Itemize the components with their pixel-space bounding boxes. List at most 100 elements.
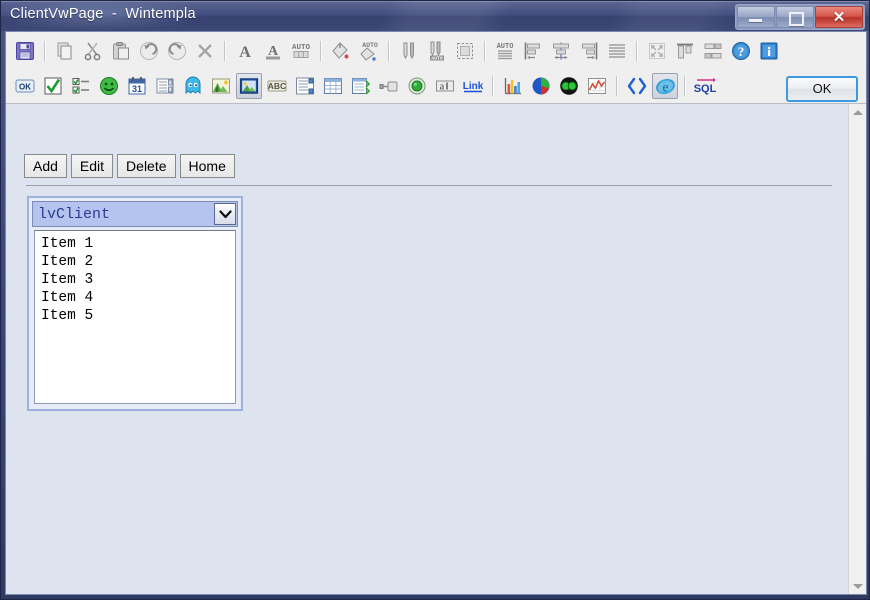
paste-button[interactable]	[108, 38, 134, 64]
svg-text:ABC: ABC	[268, 81, 286, 91]
fill-color-button[interactable]	[328, 38, 354, 64]
toolbar-separator	[684, 76, 686, 96]
grid-view-control-button[interactable]	[320, 73, 346, 99]
pen-pair-button[interactable]	[396, 38, 422, 64]
toolbar-separator	[492, 76, 494, 96]
page-content: Add Edit Delete Home lvClient Item 1 Ite…	[6, 104, 848, 594]
list-item[interactable]: Item 5	[41, 307, 235, 325]
smiley-control-button[interactable]	[96, 73, 122, 99]
combo-box-value: lvClient	[38, 205, 111, 223]
spinner-control-button[interactable]	[152, 73, 178, 99]
auto-pen-button[interactable]: AUTO	[424, 38, 450, 64]
toolbar-separator	[636, 41, 638, 61]
line-chart-control-button[interactable]	[584, 73, 610, 99]
radio-button-control-button[interactable]	[404, 73, 430, 99]
edit-button[interactable]: Edit	[70, 154, 114, 178]
horizontal-rule	[26, 185, 832, 186]
info-button[interactable]	[756, 38, 782, 64]
toolbar-separator	[484, 41, 486, 61]
list-item[interactable]: Item 1	[41, 235, 235, 253]
scroll-down-arrow-icon[interactable]	[849, 578, 866, 594]
distribute-rows-button[interactable]	[700, 38, 726, 64]
justify-button[interactable]	[604, 38, 630, 64]
minimize-button[interactable]	[737, 6, 775, 28]
browser-control-button[interactable]: e	[652, 73, 678, 99]
delete-x-button[interactable]	[192, 38, 218, 64]
combo-box[interactable]: lvClient	[32, 201, 238, 227]
help-button[interactable]: ?	[728, 38, 754, 64]
undo-button[interactable]	[136, 38, 162, 64]
scroll-up-arrow-icon[interactable]	[849, 104, 866, 121]
list-item[interactable]: Item 4	[41, 289, 235, 307]
calendar-control-button[interactable]: 31	[124, 73, 150, 99]
toolbar-row-2: OK 31 ABC a Link e SQL	[12, 70, 718, 102]
ok-button[interactable]: OK	[786, 76, 858, 102]
application-window: ClientVwPage - Wintempla ✕ A A AUTO AUTO…	[0, 0, 870, 600]
font-underline-button[interactable]: A	[260, 38, 286, 64]
toolbar-separator	[224, 41, 226, 61]
toolbar-separator	[616, 76, 618, 96]
list-view-control-button[interactable]	[292, 73, 318, 99]
vertical-scrollbar[interactable]	[848, 104, 866, 594]
sql-control-button[interactable]: SQL	[692, 73, 718, 99]
ok-control-button[interactable]: OK	[12, 73, 38, 99]
distribute-top-button[interactable]	[672, 38, 698, 64]
scrollbar-track[interactable]	[849, 121, 866, 578]
connector-control-button[interactable]	[376, 73, 402, 99]
checkbox-control-button[interactable]	[40, 73, 66, 99]
abc-control-button[interactable]: ABC	[264, 73, 290, 99]
code-brackets-control-button[interactable]	[624, 73, 650, 99]
maximize-icon	[789, 12, 804, 26]
svg-text:?: ?	[738, 44, 745, 59]
toolbar-separator	[388, 41, 390, 61]
auto-align-button[interactable]: AUTO	[492, 38, 518, 64]
list-item[interactable]: Item 2	[41, 253, 235, 271]
font-bold-button[interactable]: A	[232, 38, 258, 64]
picture-control-button[interactable]	[208, 73, 234, 99]
copy-button[interactable]	[52, 38, 78, 64]
bar-chart-control-button[interactable]	[500, 73, 526, 99]
selection-box-button[interactable]	[452, 38, 478, 64]
auto-font-button[interactable]: AUTO	[288, 38, 314, 64]
svg-text:Link: Link	[463, 81, 484, 92]
chevron-down-icon[interactable]	[214, 203, 236, 225]
window-title: ClientVwPage - Wintempla	[10, 6, 196, 22]
list-box[interactable]: Item 1 Item 2 Item 3 Item 4 Item 5	[34, 230, 236, 404]
add-button[interactable]: Add	[24, 154, 67, 178]
minimize-icon	[749, 19, 762, 22]
checklist-control-button[interactable]	[68, 73, 94, 99]
svg-text:AUTO: AUTO	[431, 56, 443, 62]
title-bar: ClientVwPage - Wintempla ✕	[1, 1, 869, 31]
pie-chart-control-button[interactable]	[528, 73, 554, 99]
align-right-button[interactable]	[576, 38, 602, 64]
svg-text:AUTO: AUTO	[362, 42, 378, 49]
nav-button-group: Add Edit Delete Home	[24, 154, 235, 178]
home-button[interactable]: Home	[179, 154, 235, 178]
ghost-control-button[interactable]	[180, 73, 206, 99]
save-button[interactable]	[12, 38, 38, 64]
circles-control-button[interactable]	[556, 73, 582, 99]
list-item[interactable]: Item 3	[41, 271, 235, 289]
tree-view-control-button[interactable]	[348, 73, 374, 99]
svg-text:AUTO: AUTO	[497, 43, 514, 51]
resize-button[interactable]	[644, 38, 670, 64]
svg-text:SQL: SQL	[694, 83, 717, 95]
auto-fill-color-button[interactable]: AUTO	[356, 38, 382, 64]
delete-button[interactable]: Delete	[117, 154, 176, 178]
svg-text:AUTO: AUTO	[292, 44, 311, 52]
align-left-button[interactable]	[520, 38, 546, 64]
close-button[interactable]: ✕	[815, 6, 863, 28]
svg-text:a: a	[440, 82, 445, 93]
cut-button[interactable]	[80, 38, 106, 64]
toolbar-row-1: A A AUTO AUTO AUTO AUTO ?	[12, 35, 782, 67]
textbox-control-button[interactable]: a	[432, 73, 458, 99]
image-frame-control-button[interactable]	[236, 73, 262, 99]
svg-text:e: e	[662, 79, 668, 94]
maximize-button[interactable]	[776, 6, 814, 28]
redo-button[interactable]	[164, 38, 190, 64]
toolbar-separator	[44, 41, 46, 61]
link-control-button[interactable]: Link	[460, 73, 486, 99]
caption-button-group: ✕	[735, 4, 865, 30]
close-icon: ✕	[832, 9, 846, 26]
align-center-button[interactable]	[548, 38, 574, 64]
